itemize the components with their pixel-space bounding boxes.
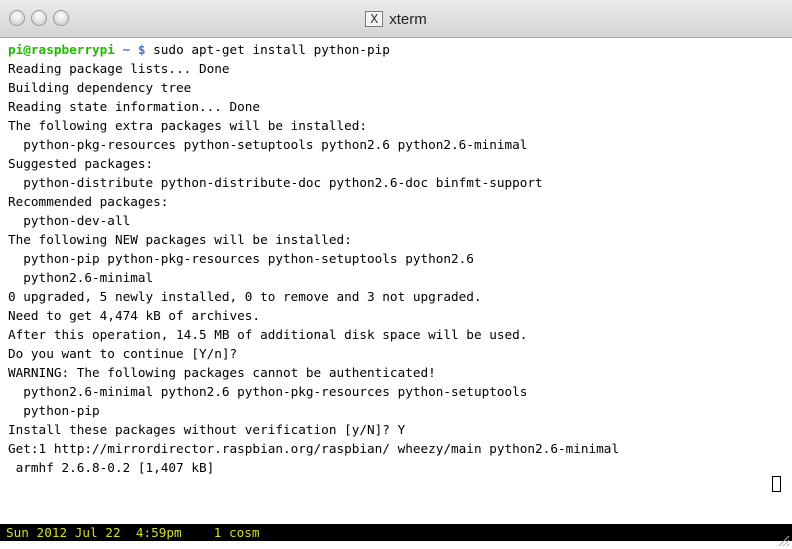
window-title-group: X xterm bbox=[0, 0, 792, 38]
terminal-output-line: After this operation, 14.5 MB of additio… bbox=[8, 327, 528, 342]
terminal-output-line: python-pip bbox=[8, 403, 100, 418]
terminal-output-line: python2.6-minimal python2.6 python-pkg-r… bbox=[8, 384, 528, 399]
terminal-output-line: Recommended packages: bbox=[8, 194, 169, 209]
window-title: xterm bbox=[389, 10, 427, 28]
terminal-output-line: Suggested packages: bbox=[8, 156, 154, 171]
terminal-output-line: python-pip python-pkg-resources python-s… bbox=[8, 251, 474, 266]
terminal-output-line: python-distribute python-distribute-doc … bbox=[8, 175, 543, 190]
terminal-output-line: Reading state information... Done bbox=[8, 99, 261, 114]
prompt-line: pi@raspberrypi ~ $ sudo apt-get install … bbox=[8, 40, 792, 59]
terminal-output-line: Install these packages without verificat… bbox=[8, 422, 406, 437]
terminal-output-line: WARNING: The following packages cannot b… bbox=[8, 365, 436, 380]
terminal-output: pi@raspberrypi ~ $ sudo apt-get install … bbox=[8, 40, 792, 477]
terminal-output-line: Reading package lists... Done bbox=[8, 61, 230, 76]
terminal-output-line: Building dependency tree bbox=[8, 80, 192, 95]
xterm-window: X xterm pi@raspberrypi ~ $ sudo apt-get … bbox=[0, 0, 792, 549]
prompt-user-host: pi@raspberrypi bbox=[8, 42, 115, 57]
terminal-cursor bbox=[772, 476, 781, 492]
terminal-output-line: python-pkg-resources python-setuptools p… bbox=[8, 137, 528, 152]
terminal-area[interactable]: pi@raspberrypi ~ $ sudo apt-get install … bbox=[0, 39, 792, 525]
screen-status-bar: Sun 2012 Jul 22 4:59pm 1 cosm bbox=[0, 524, 792, 541]
terminal-output-line: The following NEW packages will be insta… bbox=[8, 232, 352, 247]
terminal-output-line: python2.6-minimal bbox=[8, 270, 154, 285]
prompt-path: ~ $ bbox=[114, 42, 154, 57]
terminal-output-line: Do you want to continue [Y/n]? bbox=[8, 346, 238, 361]
title-bar[interactable]: X xterm bbox=[0, 0, 792, 38]
x11-app-icon: X bbox=[365, 11, 384, 27]
status-window-name: 1 cosm bbox=[213, 525, 260, 540]
prompt-command: sudo apt-get install python-pip bbox=[153, 42, 390, 57]
terminal-output-line: armhf 2.6.8-0.2 [1,407 kB] bbox=[8, 460, 215, 475]
resize-grip-icon[interactable] bbox=[776, 533, 790, 547]
terminal-output-line: Need to get 4,474 kB of archives. bbox=[8, 308, 261, 323]
status-datetime: Sun 2012 Jul 22 4:59pm bbox=[6, 525, 182, 540]
terminal-output-line: The following extra packages will be ins… bbox=[8, 118, 368, 133]
terminal-output-line: Get:1 http://mirrordirector.raspbian.org… bbox=[8, 441, 620, 456]
terminal-output-line: python-dev-all bbox=[8, 213, 131, 228]
terminal-output-line: 0 upgraded, 5 newly installed, 0 to remo… bbox=[8, 289, 482, 304]
output-lines: Reading package lists... Done Building de… bbox=[8, 59, 792, 477]
